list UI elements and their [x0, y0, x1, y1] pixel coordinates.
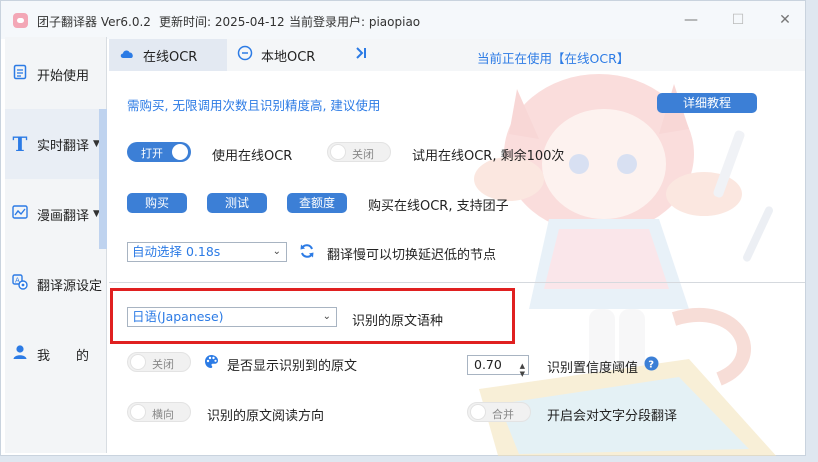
toggle-knob [130, 404, 146, 420]
sidebar-item-mine[interactable]: 我 的 [5, 319, 107, 389]
show-source-text-toggle[interactable]: 关闭 [127, 352, 191, 372]
toggle-knob [130, 354, 146, 370]
refresh-icon[interactable] [299, 243, 315, 263]
sidebar-item-comic[interactable]: 漫画翻译 ▼ [5, 179, 107, 249]
skip-forward-icon [354, 46, 368, 64]
sidebar-item-label: 开始使用 [37, 68, 90, 84]
background-character-illustration [474, 74, 777, 456]
tab-more-button[interactable] [354, 39, 378, 71]
toggle-label: 合并 [492, 408, 514, 421]
sidebar-item-label: 我 的 [37, 348, 90, 364]
node-select[interactable]: 自动选择 0.18s ⌄ [127, 242, 287, 262]
purchase-notice: 需购买, 无限调用次数且识别精度高, 建议使用 [127, 98, 381, 113]
trial-online-ocr-toggle[interactable]: 关闭 [327, 142, 391, 162]
highlight-annotation-box [110, 288, 515, 344]
sidebar-item-label: 翻译源设定 [37, 278, 103, 294]
toggle-knob [470, 404, 486, 420]
palette-icon[interactable] [204, 354, 219, 373]
buy-button[interactable]: 购买 [127, 193, 187, 213]
sidebar-item-translate-source[interactable]: A 翻译源设定 [5, 249, 107, 319]
confidence-threshold-spinbox[interactable]: 0.70 ▲ ▼ [467, 355, 529, 378]
sidebar-item-label: 实时翻译 [37, 138, 90, 154]
help-icon[interactable]: ? [644, 356, 659, 375]
document-icon [11, 64, 29, 84]
settings-panel: 需购买, 无限调用次数且识别精度高, 建议使用 详细教程 打开 使用在线OCR … [109, 71, 805, 456]
toggle-label: 关闭 [152, 358, 174, 371]
cloud-icon [119, 48, 135, 63]
user-icon [11, 344, 29, 364]
tutorial-button[interactable]: 详细教程 [657, 93, 757, 113]
sidebar: 开始使用 T 实时翻译 ▼ 漫画翻译 ▼ A 翻译源设定 我 的 [5, 37, 107, 453]
app-logo-icon [13, 13, 28, 28]
toggle-knob [172, 144, 188, 160]
close-button[interactable]: ✕ [775, 10, 795, 30]
sidebar-section-indicator [99, 179, 107, 249]
test-button[interactable]: 测试 [207, 193, 267, 213]
app-window: 团子翻译器 Ver6.0.2 更新时间: 2025-04-12 当前登录用户: … [0, 0, 806, 456]
title-bar: 团子翻译器 Ver6.0.2 更新时间: 2025-04-12 当前登录用户: … [1, 1, 805, 39]
reading-direction-toggle[interactable]: 横向 [127, 402, 191, 422]
node-select-value: 自动选择 0.18s [132, 244, 221, 259]
login-user: 当前登录用户: piaopiao [289, 15, 421, 29]
show-source-text-label: 是否显示识别到的原文 [227, 359, 358, 374]
minus-circle-icon [237, 45, 253, 65]
chevron-down-icon: ⌄ [272, 246, 281, 257]
check-quota-button[interactable]: 查额度 [287, 193, 347, 213]
tab-online-ocr[interactable]: 在线OCR [109, 39, 227, 71]
app-title: 团子翻译器 Ver6.0.2 [37, 15, 151, 29]
sidebar-item-start[interactable]: 开始使用 [5, 39, 107, 109]
toggle-label: 关闭 [352, 148, 374, 161]
use-online-ocr-toggle[interactable]: 打开 [127, 142, 191, 162]
confidence-value: 0.70 [474, 357, 502, 372]
use-online-ocr-label: 使用在线OCR [212, 149, 293, 164]
trial-online-ocr-label: 试用在线OCR, 剩余100次 [412, 149, 565, 164]
merge-text-label: 开启会对文字分段翻译 [547, 409, 678, 424]
update-time: 更新时间: 2025-04-12 [159, 15, 285, 29]
section-divider [109, 282, 805, 283]
toggle-label: 打开 [141, 147, 163, 160]
svg-text:?: ? [648, 360, 654, 371]
translate-settings-icon: A [11, 274, 29, 294]
confidence-threshold-label: 识别置信度阈值 [547, 361, 639, 376]
minimize-button[interactable]: — [681, 10, 701, 30]
maximize-button[interactable]: ☐ [728, 10, 748, 30]
tab-bar: 在线OCR 本地OCR [109, 39, 805, 71]
node-switch-hint: 翻译慢可以切换延迟低的节点 [327, 248, 497, 263]
image-chart-icon [11, 205, 29, 223]
tab-label: 在线OCR [143, 49, 198, 65]
buy-online-ocr-label: 购买在线OCR, 支持团子 [368, 199, 509, 214]
spin-down-icon[interactable]: ▼ [520, 365, 525, 383]
reading-direction-label: 识别的原文阅读方向 [207, 409, 325, 424]
tab-local-ocr[interactable]: 本地OCR [227, 39, 337, 71]
toggle-knob [330, 144, 346, 160]
sidebar-active-indicator [99, 109, 107, 179]
toggle-label: 横向 [152, 408, 174, 421]
sidebar-item-realtime[interactable]: T 实时翻译 ▼ [5, 109, 107, 179]
text-t-icon: T [12, 132, 28, 156]
current-ocr-status: 当前正在使用【在线OCR】 [477, 51, 630, 66]
tab-label: 本地OCR [261, 49, 316, 65]
merge-text-toggle[interactable]: 合并 [467, 402, 531, 422]
sidebar-item-label: 漫画翻译 [37, 208, 90, 224]
